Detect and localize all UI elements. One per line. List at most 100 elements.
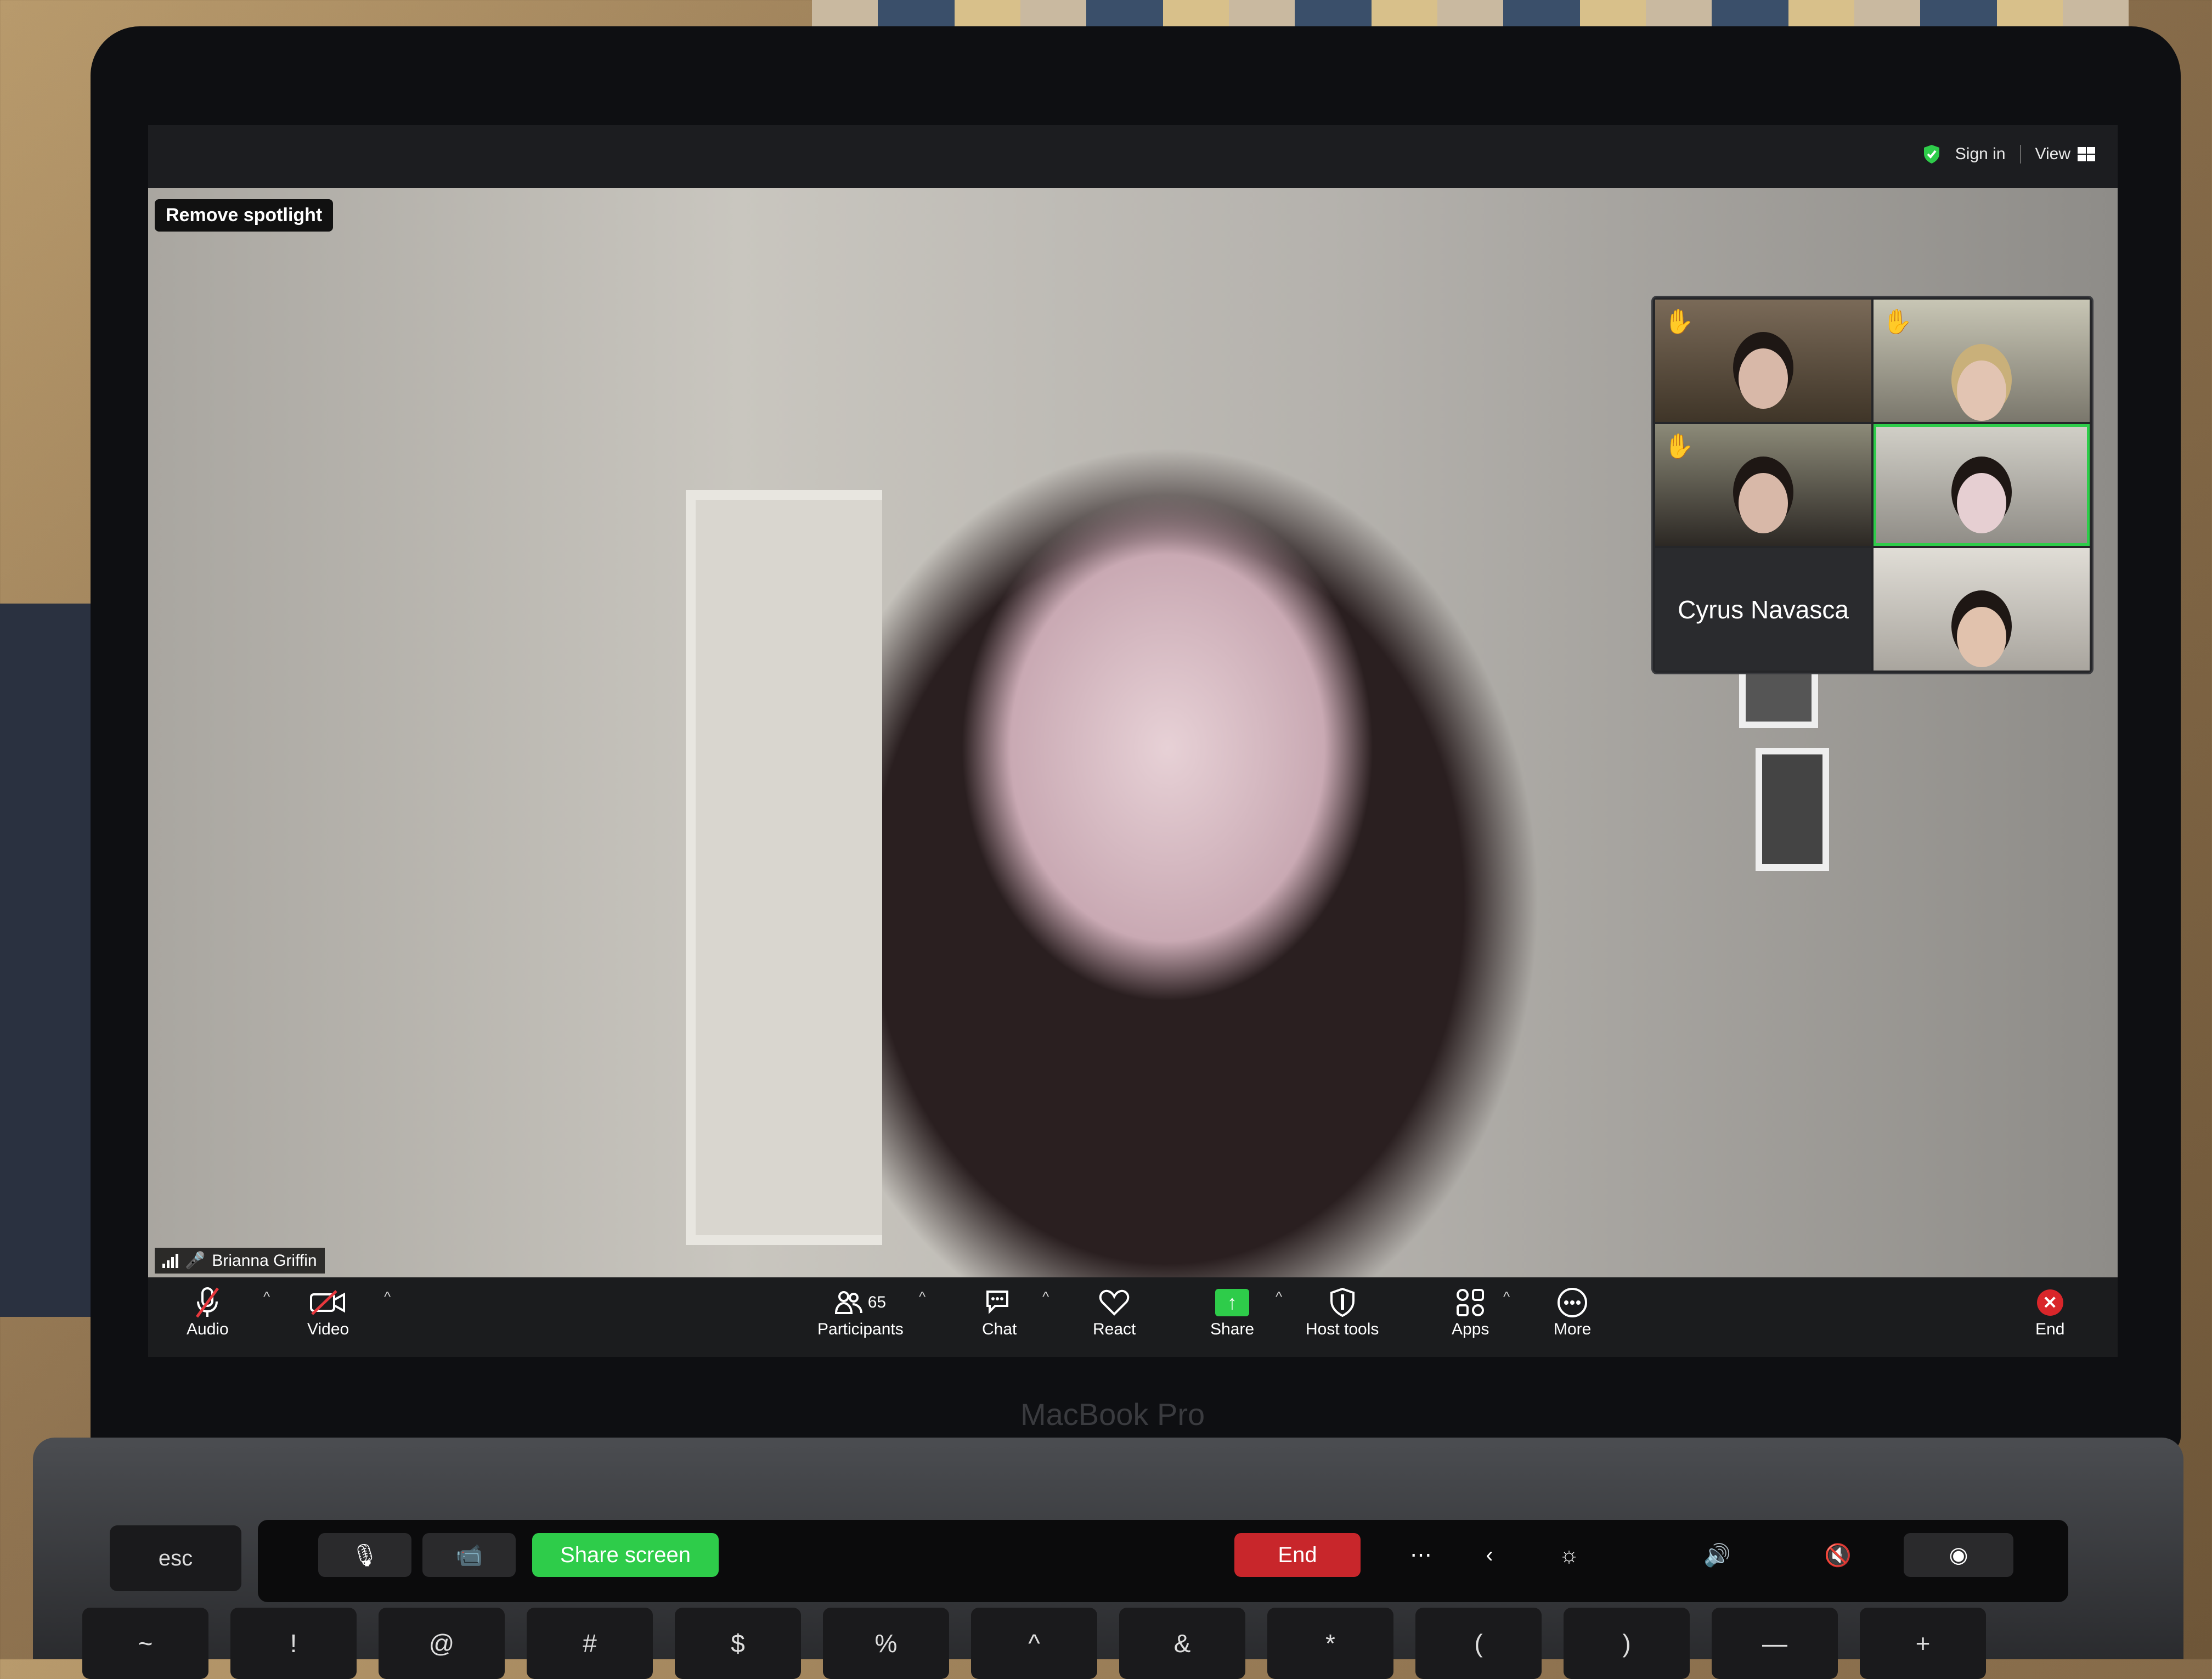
video-off-icon	[309, 1285, 347, 1320]
key[interactable]: )	[1564, 1608, 1690, 1679]
participant-tile[interactable]: ✋	[1874, 300, 2090, 422]
touchbar-video-button[interactable]: 📹	[422, 1533, 516, 1577]
background-door	[686, 490, 882, 1245]
participant-video	[1957, 360, 2006, 421]
gallery-thumbnails[interactable]: ✋ ✋ ✋ Cyrus Navasca	[1651, 296, 2094, 674]
raised-hand-icon: ✋	[1664, 308, 1694, 335]
esc-key[interactable]: esc	[110, 1525, 241, 1591]
touchbar-more-icon[interactable]: ⋯	[1383, 1533, 1459, 1577]
raised-hand-icon: ✋	[1664, 432, 1694, 460]
host-tools-button[interactable]: Host tools	[1306, 1285, 1379, 1339]
participants-icon-group: 65	[834, 1285, 887, 1320]
remove-spotlight-button[interactable]: Remove spotlight	[155, 199, 334, 232]
key[interactable]: $	[675, 1608, 801, 1679]
key[interactable]: +	[1860, 1608, 1986, 1679]
video-options-caret[interactable]: ^	[384, 1288, 391, 1305]
shield-icon	[1329, 1285, 1356, 1320]
key[interactable]: *	[1267, 1608, 1393, 1679]
end-icon-wrap: ✕	[2036, 1285, 2063, 1320]
video-button[interactable]: Video	[307, 1285, 349, 1339]
share-label: Share	[1210, 1320, 1255, 1338]
number-key-row: ~ ! @ # $ % ^ & * ( ) — +	[82, 1608, 1986, 1679]
chat-button[interactable]: Chat	[982, 1285, 1017, 1339]
spotlight-video: Remove spotlight ✋ ✋ ✋ Cyrus Navasca	[148, 188, 2118, 1277]
audio-options-caret[interactable]: ^	[263, 1288, 270, 1305]
key[interactable]: —	[1712, 1608, 1838, 1679]
view-button[interactable]: View	[2035, 145, 2096, 164]
divider	[2019, 145, 2021, 164]
title-bar: Sign in View	[148, 125, 2118, 188]
chat-label: Chat	[982, 1320, 1017, 1338]
muted-microphone-icon: 🎙	[351, 1543, 379, 1568]
speaker-name: Brianna Griffin	[212, 1251, 317, 1270]
share-arrow-icon: ↑	[1215, 1289, 1250, 1316]
mic-icon: 🎤	[185, 1252, 206, 1270]
key[interactable]: ^	[971, 1608, 1097, 1679]
raised-hand-icon: ✋	[1882, 308, 1912, 335]
more-label: More	[1554, 1320, 1592, 1338]
participants-label: Participants	[817, 1320, 904, 1338]
brightness-icon[interactable]: ☼	[1531, 1533, 1607, 1577]
key[interactable]: @	[379, 1608, 505, 1679]
share-button[interactable]: ↑ Share	[1210, 1285, 1254, 1339]
muted-microphone-icon	[194, 1285, 221, 1320]
sign-in-link[interactable]: Sign in	[1955, 145, 2006, 164]
key[interactable]: !	[230, 1608, 357, 1679]
touch-bar: 🎙 📹 Share screen End ⋯ ‹ ☼ 🔊 🔇 ◉	[258, 1520, 2068, 1602]
signal-strength-icon	[162, 1253, 178, 1268]
key[interactable]: ~	[82, 1608, 208, 1679]
title-bar-controls: Sign in View	[1922, 144, 2096, 165]
end-label: End	[2035, 1320, 2065, 1338]
chat-options-caret[interactable]: ^	[1042, 1288, 1049, 1305]
touchbar-collapse-icon[interactable]: ‹	[1465, 1533, 1514, 1577]
participant-tile-active-speaker[interactable]	[1874, 424, 2090, 546]
view-label: View	[2035, 145, 2070, 163]
apps-label: Apps	[1452, 1320, 1489, 1338]
apps-icon	[1455, 1285, 1486, 1320]
participant-tile[interactable]: ✋	[1655, 300, 1871, 422]
participant-tile[interactable]	[1874, 548, 2090, 671]
end-button[interactable]: ✕ End	[2035, 1285, 2064, 1339]
siri-icon[interactable]: ◉	[1904, 1533, 2013, 1577]
participant-tile[interactable]: ✋	[1655, 424, 1871, 546]
share-options-caret[interactable]: ^	[1276, 1288, 1282, 1305]
host-tools-label: Host tools	[1306, 1320, 1379, 1338]
participant-video	[1739, 472, 1788, 533]
speaker-name-tag: 🎤 Brianna Griffin	[155, 1248, 325, 1274]
participant-name: Cyrus Navasca	[1678, 595, 1849, 624]
share-icon-wrap: ↑	[1215, 1285, 1250, 1320]
meeting-toolbar: Audio ^ Video ^ 65 Participants ^ Chat ^	[148, 1277, 2118, 1357]
mute-volume-icon[interactable]: 🔇	[1794, 1533, 1882, 1577]
audio-button[interactable]: Audio	[187, 1285, 229, 1339]
touchbar-end-button[interactable]: End	[1234, 1533, 1361, 1577]
background-frame	[1756, 748, 1829, 871]
encryption-shield-icon	[1923, 145, 1939, 164]
audio-label: Audio	[187, 1320, 229, 1338]
close-icon: ✕	[2036, 1289, 2063, 1316]
apps-options-caret[interactable]: ^	[1503, 1288, 1510, 1305]
more-button[interactable]: More	[1554, 1285, 1591, 1339]
key[interactable]: #	[527, 1608, 653, 1679]
touchbar-mute-button[interactable]: 🎙	[318, 1533, 411, 1577]
touchbar-share-screen-button[interactable]: Share screen	[532, 1533, 719, 1577]
chat-bubble-icon	[984, 1285, 1015, 1320]
video-off-icon: 📹	[455, 1543, 483, 1568]
people-icon	[834, 1291, 862, 1314]
ellipsis-icon	[1556, 1285, 1588, 1320]
participants-button[interactable]: 65 Participants	[817, 1285, 904, 1339]
participant-tile-video-off[interactable]: Cyrus Navasca	[1655, 548, 1871, 671]
key[interactable]: (	[1415, 1608, 1542, 1679]
apps-button[interactable]: Apps	[1452, 1285, 1489, 1339]
heart-icon	[1099, 1285, 1130, 1320]
key[interactable]: &	[1119, 1608, 1245, 1679]
react-label: React	[1093, 1320, 1136, 1338]
volume-icon[interactable]: 🔊	[1673, 1533, 1761, 1577]
video-label: Video	[307, 1320, 349, 1338]
participants-count: 65	[867, 1293, 887, 1311]
gallery-view-icon	[2078, 147, 2095, 161]
react-button[interactable]: React	[1093, 1285, 1136, 1339]
participant-video	[1739, 348, 1788, 409]
participants-options-caret[interactable]: ^	[919, 1288, 926, 1305]
key[interactable]: %	[823, 1608, 949, 1679]
participant-video	[1957, 607, 2006, 668]
